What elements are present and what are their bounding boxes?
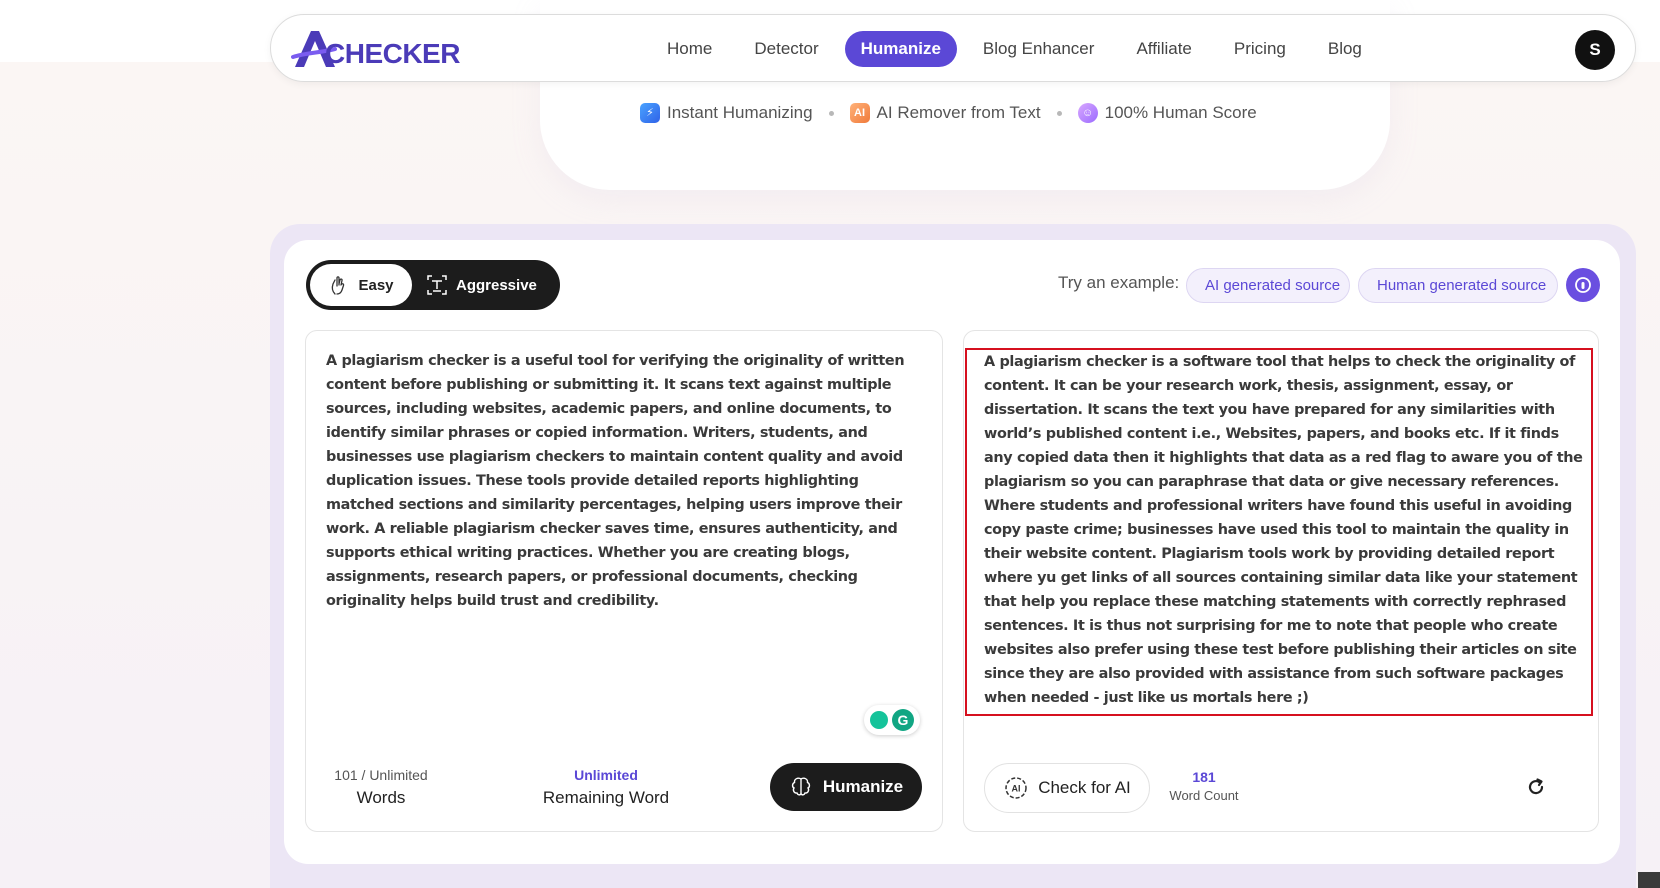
corner-widget[interactable] <box>1638 872 1660 888</box>
output-word-count-label: Word Count <box>1169 788 1239 803</box>
ai-icon: AI <box>849 103 870 123</box>
info-button[interactable] <box>1566 268 1600 302</box>
mode-toggle: Easy Aggressive <box>306 260 560 310</box>
check-for-ai-button[interactable]: AI Check for AI <box>984 763 1150 813</box>
nav-blog[interactable]: Blog <box>1312 31 1378 67</box>
feature-label: Instant Humanizing <box>667 103 813 122</box>
feature-label: AI Remover from Text <box>876 103 1041 122</box>
output-text[interactable]: A plagiarism checker is a software tool … <box>984 350 1584 710</box>
nav-affiliate[interactable]: Affiliate <box>1120 31 1207 67</box>
try-example-label: Try an example: <box>1058 273 1180 292</box>
nav-pricing[interactable]: Pricing <box>1218 31 1302 67</box>
info-icon <box>1575 277 1591 293</box>
lightbulb-icon <box>870 711 888 729</box>
smiley-icon: ☺ <box>1077 103 1098 123</box>
feature-instant: ⚡ Instant Humanizing <box>640 103 813 123</box>
humanize-button-label: Humanize <box>822 777 904 796</box>
example-human-source-button[interactable]: Human generated source <box>1358 268 1558 303</box>
lightning-icon: ⚡ <box>640 103 660 123</box>
feature-list: ⚡ Instant Humanizing AI AI Remover from … <box>640 100 1257 126</box>
example-ai-source-button[interactable]: AI generated source <box>1186 268 1350 303</box>
input-editor[interactable]: A plagiarism checker is a useful tool fo… <box>305 330 943 832</box>
brain-icon <box>791 777 810 796</box>
refresh-icon[interactable] <box>1524 775 1548 799</box>
feature-human-score: ☺ 100% Human Score <box>1077 103 1257 123</box>
mode-aggressive-label: Aggressive <box>456 276 537 294</box>
mode-aggressive-button[interactable]: Aggressive <box>426 264 552 306</box>
remaining-word-label: Remaining Word <box>542 788 670 807</box>
separator-dot <box>828 110 834 116</box>
humanize-button[interactable]: Humanize <box>770 763 922 811</box>
avatar[interactable]: S <box>1575 30 1615 70</box>
input-text[interactable]: A plagiarism checker is a useful tool fo… <box>326 349 926 613</box>
mode-easy-button[interactable]: Easy <box>310 264 412 306</box>
mode-easy-label: Easy <box>358 276 394 294</box>
feature-label: 100% Human Score <box>1104 103 1257 122</box>
svg-text:AI: AI <box>1012 784 1021 794</box>
word-count-label: Words <box>356 788 406 807</box>
word-count-value: 101 / Unlimited <box>334 767 428 783</box>
output-word-count: 181 Word Count <box>1162 769 1246 803</box>
output-editor[interactable]: A plagiarism checker is a software tool … <box>963 330 1599 832</box>
output-word-count-value: 181 <box>1192 769 1216 785</box>
text-scan-icon <box>427 275 447 295</box>
output-highlight-box: A plagiarism checker is a software tool … <box>965 348 1593 716</box>
separator-dot <box>1056 110 1062 116</box>
nav-humanize[interactable]: Humanize <box>844 31 957 67</box>
navbar: CHECKER Home Detector Humanize Blog Enha… <box>270 14 1636 82</box>
grammarly-widget[interactable]: G <box>864 705 920 735</box>
word-count-stat: 101 / Unlimited Words <box>326 767 436 808</box>
grammarly-icon: G <box>892 709 914 731</box>
nav-home[interactable]: Home <box>651 31 728 67</box>
remaining-word-value: Unlimited <box>574 767 638 783</box>
nav-detector[interactable]: Detector <box>738 31 834 67</box>
logo-text: CHECKER <box>325 38 460 69</box>
feature-ai-remover: AI AI Remover from Text <box>849 103 1041 123</box>
nav-links: Home Detector Humanize Blog Enhancer Aff… <box>651 30 1388 68</box>
logo[interactable]: CHECKER <box>291 25 461 71</box>
remaining-word-stat: Unlimited Remaining Word <box>536 767 676 808</box>
hand-icon <box>332 276 345 295</box>
check-for-ai-label: Check for AI <box>1038 778 1131 797</box>
nav-blog-enhancer[interactable]: Blog Enhancer <box>967 31 1111 67</box>
ai-brain-icon: AI <box>1005 777 1027 799</box>
